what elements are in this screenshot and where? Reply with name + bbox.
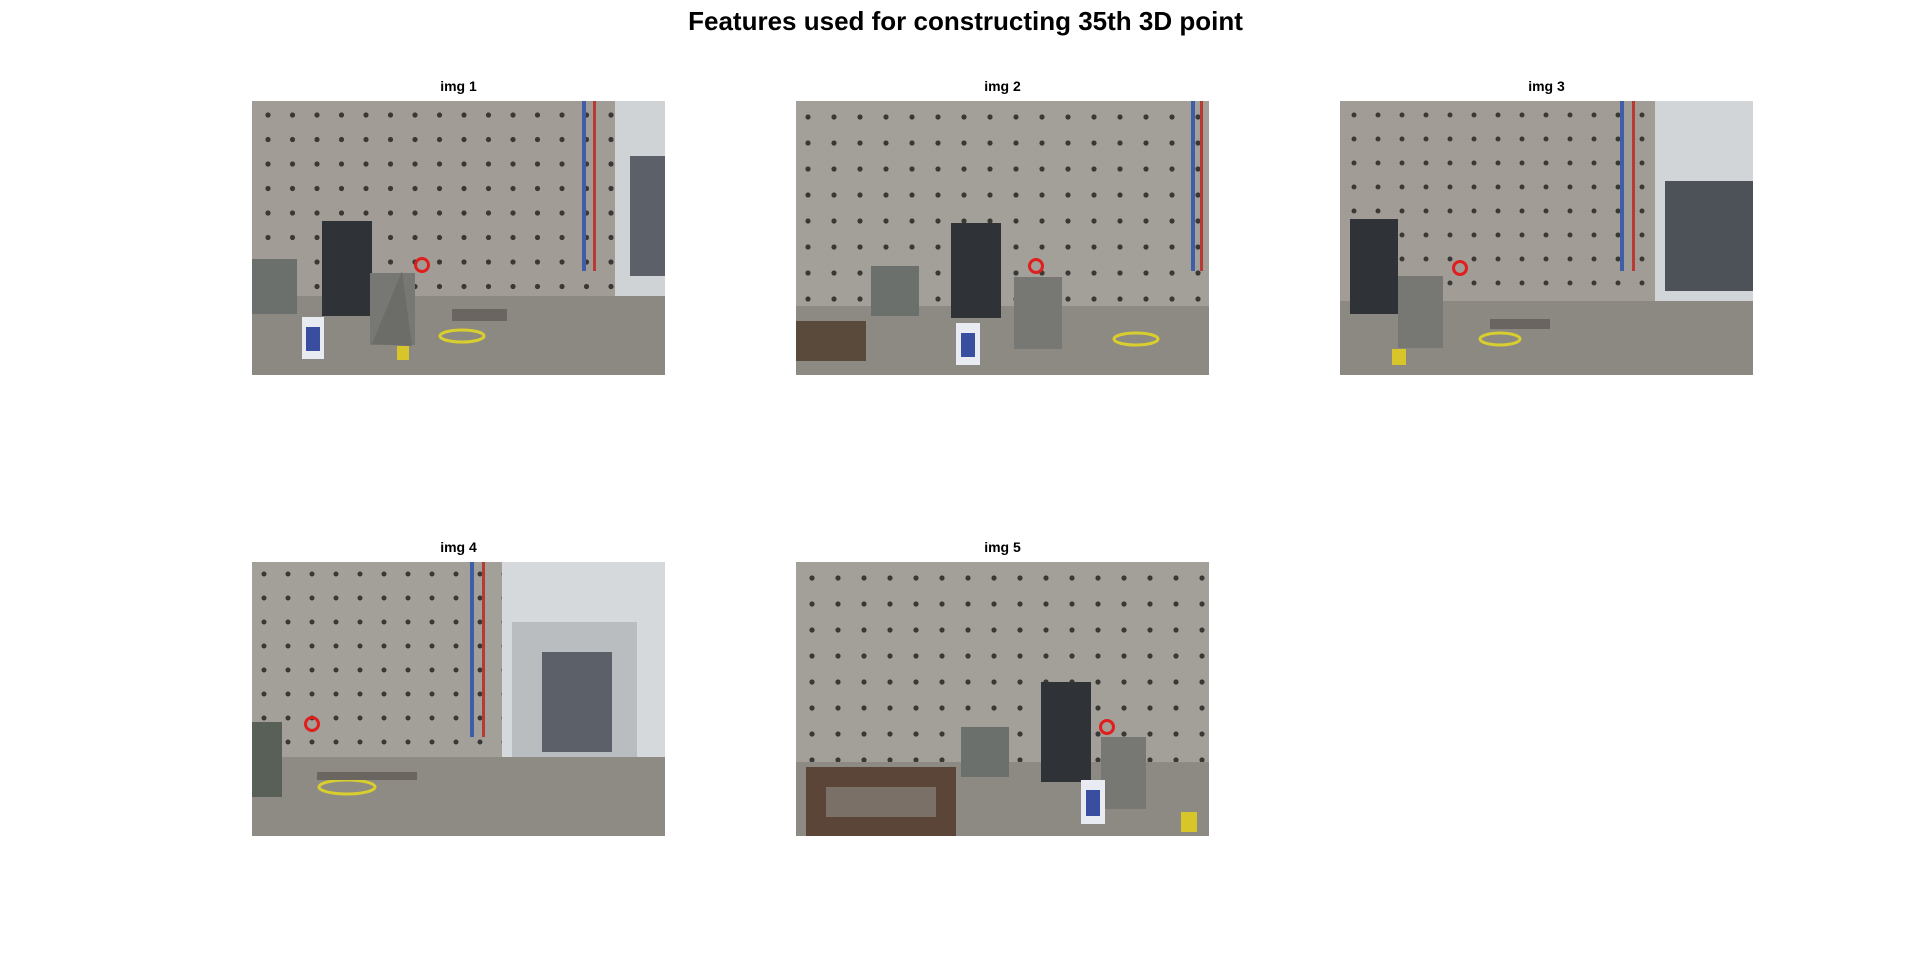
subplot-img-4: img 4	[252, 539, 665, 836]
subplot-title: img 4	[440, 539, 477, 555]
photo-lab-wall	[796, 101, 1209, 375]
feature-marker	[1452, 260, 1468, 276]
feature-marker	[414, 257, 430, 273]
subplot-title: img 1	[440, 78, 477, 94]
subplot-title: img 2	[984, 78, 1021, 94]
feature-marker	[304, 716, 320, 732]
subplot-img-3: img 3	[1340, 78, 1753, 375]
subplot-title: img 5	[984, 539, 1021, 555]
subplot-title: img 3	[1528, 78, 1565, 94]
feature-marker	[1028, 258, 1044, 274]
photo-lab-wall	[252, 101, 665, 375]
feature-marker	[1099, 719, 1115, 735]
subplot-img-2: img 2	[796, 78, 1209, 375]
photo-lab-wall	[252, 562, 665, 836]
photo-lab-wall	[796, 562, 1209, 836]
figure-title: Features used for constructing 35th 3D p…	[688, 6, 1243, 36]
photo-lab-wall	[1340, 101, 1753, 375]
subplot-img-1: img 1	[252, 78, 665, 375]
subplot-img-5: img 5	[796, 539, 1209, 836]
